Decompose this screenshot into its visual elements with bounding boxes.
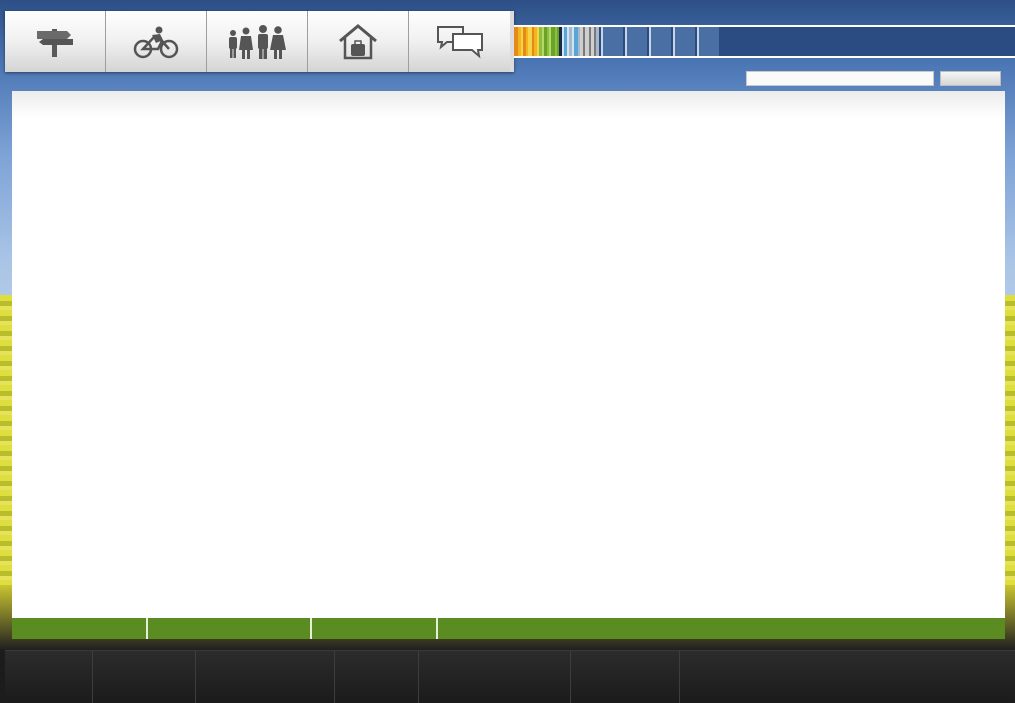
- footer-item-6[interactable]: [571, 651, 680, 703]
- nav-button-family[interactable]: [207, 11, 308, 72]
- signpost-icon: [33, 25, 77, 59]
- secondary-nav-item-1[interactable]: [12, 618, 148, 639]
- house-luggage-icon: [337, 23, 379, 61]
- main-content-panel: [12, 91, 1005, 618]
- nav-button-accommodation[interactable]: [308, 11, 409, 72]
- stripe-box: [697, 27, 719, 56]
- main-navigation: [5, 11, 514, 72]
- footer-item-4[interactable]: [335, 651, 419, 703]
- stripe-box: [601, 27, 623, 56]
- stripe-box: [673, 27, 695, 56]
- search-input[interactable]: [746, 71, 934, 86]
- stripe-box: [649, 27, 671, 56]
- footer-item-5[interactable]: [419, 651, 571, 703]
- cyclist-icon: [132, 25, 180, 59]
- nav-button-cycling[interactable]: [106, 11, 207, 72]
- footer-item-7[interactable]: [680, 651, 1015, 703]
- footer-item-2[interactable]: [93, 651, 196, 703]
- stripe-box: [625, 27, 647, 56]
- chat-bubbles-icon: [435, 24, 485, 60]
- stripe: [596, 27, 599, 56]
- footer-bar: [5, 650, 1015, 703]
- footer-item-1[interactable]: [5, 651, 93, 703]
- nav-button-contact[interactable]: [409, 11, 510, 72]
- family-icon: [225, 24, 289, 60]
- secondary-nav-item-3[interactable]: [312, 618, 438, 639]
- nav-button-directions[interactable]: [5, 11, 106, 72]
- secondary-navigation-bar: [12, 618, 1005, 639]
- footer-item-3[interactable]: [196, 651, 335, 703]
- color-stripe-banner: [514, 25, 1015, 58]
- secondary-nav-item-2[interactable]: [148, 618, 312, 639]
- search-button[interactable]: [940, 71, 1001, 86]
- secondary-nav-item-4[interactable]: [438, 618, 1005, 639]
